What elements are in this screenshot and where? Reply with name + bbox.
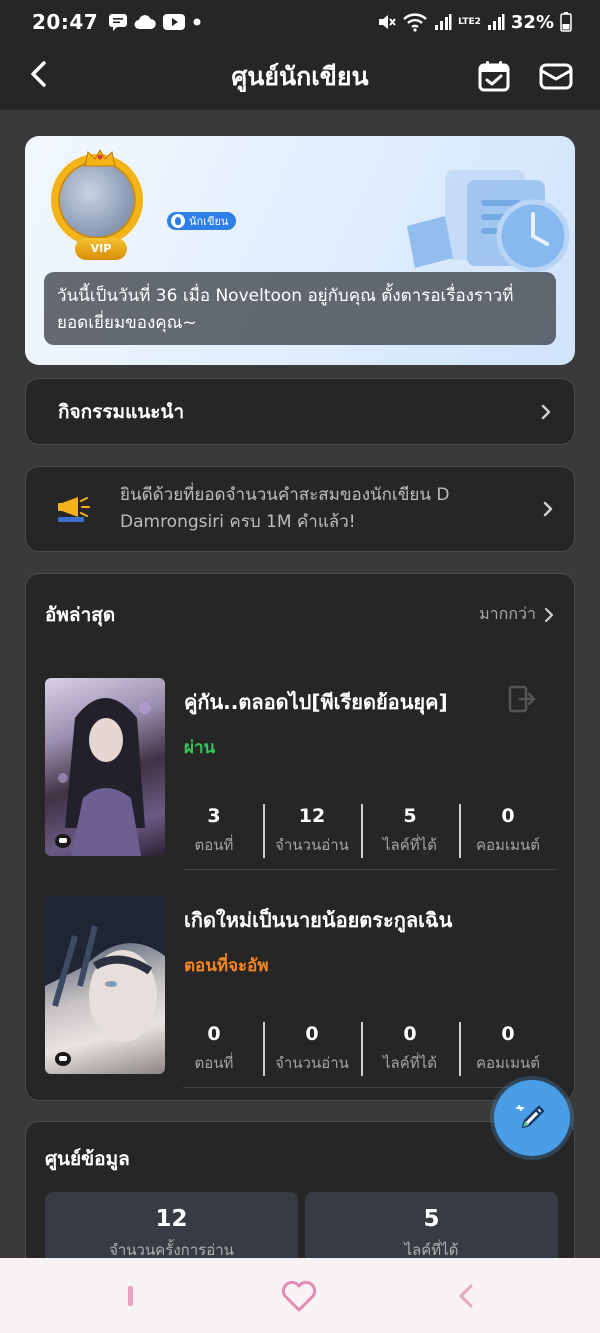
writer-badge: นักเขียน <box>165 210 239 232</box>
wifi-icon <box>403 13 427 32</box>
page-title: ศูนย์นักเขียน <box>231 62 369 91</box>
banner-illustration <box>407 170 570 273</box>
back-nav-icon[interactable] <box>455 1282 477 1310</box>
stat-reads: 0 จำนวนอ่าน <box>263 1022 361 1076</box>
work-stats: 3 ตอนที่ 12 จำนวนอ่าน 5 ไลค์ที่ได้ 0 คอม… <box>165 804 557 858</box>
section-title: อัพล่าสุด <box>45 604 116 626</box>
dot-icon <box>193 18 201 26</box>
top-app-bar: ศูนย์นักเขียน <box>0 44 600 110</box>
heart-home-icon[interactable] <box>280 1278 318 1314</box>
status-bar: 20:47 LTE2 32% <box>0 0 600 44</box>
stat-label: จำนวนอ่าน <box>275 1054 349 1072</box>
work-item[interactable]: เกิดใหม่เป็นนายน้อยตระกูลเฉิน ตอนที่จะอั… <box>45 896 557 1076</box>
signal-icon <box>435 14 452 30</box>
system-nav-bar <box>0 1258 600 1333</box>
notification-icons <box>108 13 202 31</box>
chevron-right-icon <box>543 501 553 517</box>
stat-episodes: 0 ตอนที่ <box>165 1022 263 1076</box>
stat-label: ตอนที่ <box>194 1054 234 1072</box>
cover-art <box>58 698 151 856</box>
book-cover[interactable] <box>45 678 165 856</box>
stat-value: 0 <box>501 805 515 827</box>
chevron-right-icon <box>544 607 554 622</box>
comment-indicator-icon <box>55 1052 71 1066</box>
stat-value: 5 <box>403 805 417 827</box>
stat-episodes: 3 ตอนที่ <box>165 804 263 858</box>
stat-label: ไลค์ที่ได้ <box>383 836 437 854</box>
work-stats: 0 ตอนที่ 0 จำนวนอ่าน 0 ไลค์ที่ได้ 0 คอมเ… <box>165 1022 557 1076</box>
stat-label: คอมเมนต์ <box>476 836 540 854</box>
latest-updates-section: อัพล่าสุด มากกว่า คู่กัน..ตลอดไป[พีเรียด… <box>25 573 575 1101</box>
calendar-button[interactable] <box>476 58 512 94</box>
write-fab-button[interactable] <box>494 1080 570 1156</box>
stat-label: จำนวนอ่าน <box>275 836 349 854</box>
battery-percent: 32% <box>510 11 554 33</box>
mute-icon <box>379 15 396 29</box>
network-label: LTE2 <box>458 17 481 27</box>
message-icon <box>109 14 128 31</box>
chevron-right-icon <box>541 404 551 419</box>
stat-reads: 12 จำนวนอ่าน <box>263 804 361 858</box>
stat-label: ไลค์ที่ได้ <box>383 1054 437 1072</box>
announcement-row[interactable]: ยินดีด้วยที่ยอดจำนวนคำสะสมของนักเขียน D … <box>25 466 575 552</box>
more-link[interactable]: มากกว่า <box>479 602 554 627</box>
pen-nib-icon <box>171 214 185 228</box>
avatar[interactable]: VIP <box>45 148 155 263</box>
activity-title: กิจกรรมแนะนำ <box>58 400 185 423</box>
work-status: ตอนที่จะอัพ <box>184 956 269 976</box>
edit-exit-icon[interactable] <box>507 684 537 714</box>
stat-value: 0 <box>207 1023 221 1045</box>
battery-icon <box>560 12 572 32</box>
stat-likes: 5 ไลค์ที่ได้ <box>361 804 459 858</box>
mail-icon <box>539 63 573 90</box>
recent-apps-button[interactable] <box>128 1286 133 1306</box>
crown-icon <box>84 148 116 167</box>
chevron-left-icon <box>31 61 46 87</box>
stat-value: 0 <box>501 1023 515 1045</box>
work-title: เกิดใหม่เป็นนายน้อยตระกูลเฉิน <box>184 908 453 932</box>
welcome-message: วันนี้เป็นวันที่ 36 เมื่อ Noveltoon อยู่… <box>44 272 556 345</box>
pencil-icon <box>516 1105 545 1129</box>
youtube-icon <box>163 14 186 30</box>
stat-label: คอมเมนต์ <box>476 1054 540 1072</box>
megaphone-icon <box>58 497 90 522</box>
writer-badge-label: นักเขียน <box>189 215 229 228</box>
status-right: LTE2 32% <box>376 12 572 33</box>
stat-value: 0 <box>403 1023 417 1045</box>
stat-comments: 0 คอมเมนต์ <box>459 1022 557 1076</box>
recommended-activity-row[interactable]: กิจกรรมแนะนำ <box>25 378 575 445</box>
tile-value: 12 <box>155 1206 188 1232</box>
divider <box>183 869 557 870</box>
section-title: ศูนย์ข้อมูล <box>45 1148 130 1170</box>
back-button[interactable] <box>20 56 56 92</box>
mail-button[interactable] <box>538 58 574 94</box>
stat-likes: 0 ไลค์ที่ได้ <box>361 1022 459 1076</box>
book-cover[interactable] <box>45 896 165 1074</box>
stat-comments: 0 คอมเมนต์ <box>459 804 557 858</box>
stat-value: 0 <box>305 1023 319 1045</box>
signal-icon-2 <box>487 14 505 30</box>
comment-indicator-icon <box>55 834 71 848</box>
work-item[interactable]: คู่กัน..ตลอดไป[พีเรียดย้อนยุค] ผ่าน 3 ตอ… <box>45 678 557 858</box>
tile-value: 5 <box>423 1206 440 1232</box>
status-time: 20:47 <box>32 10 99 34</box>
stat-value: 3 <box>207 805 221 827</box>
work-status: ผ่าน <box>184 738 216 758</box>
cover-art <box>45 896 165 1042</box>
cloud-icon <box>134 15 156 29</box>
stat-label: ตอนที่ <box>194 836 234 854</box>
more-label: มากกว่า <box>479 604 536 623</box>
vip-badge: VIP <box>75 238 127 260</box>
profile-banner: VIP นักเขียน วันนี้เป็นวันที่ 36 เมื่อ N… <box>25 136 575 365</box>
calendar-check-icon <box>478 61 510 92</box>
stat-value: 12 <box>298 805 326 827</box>
work-title: คู่กัน..ตลอดไป[พีเรียดย้อนยุค] <box>184 690 448 714</box>
divider <box>183 1087 557 1088</box>
announcement-text: ยินดีด้วยที่ยอดจำนวนคำสะสมของนักเขียน D … <box>120 485 450 532</box>
